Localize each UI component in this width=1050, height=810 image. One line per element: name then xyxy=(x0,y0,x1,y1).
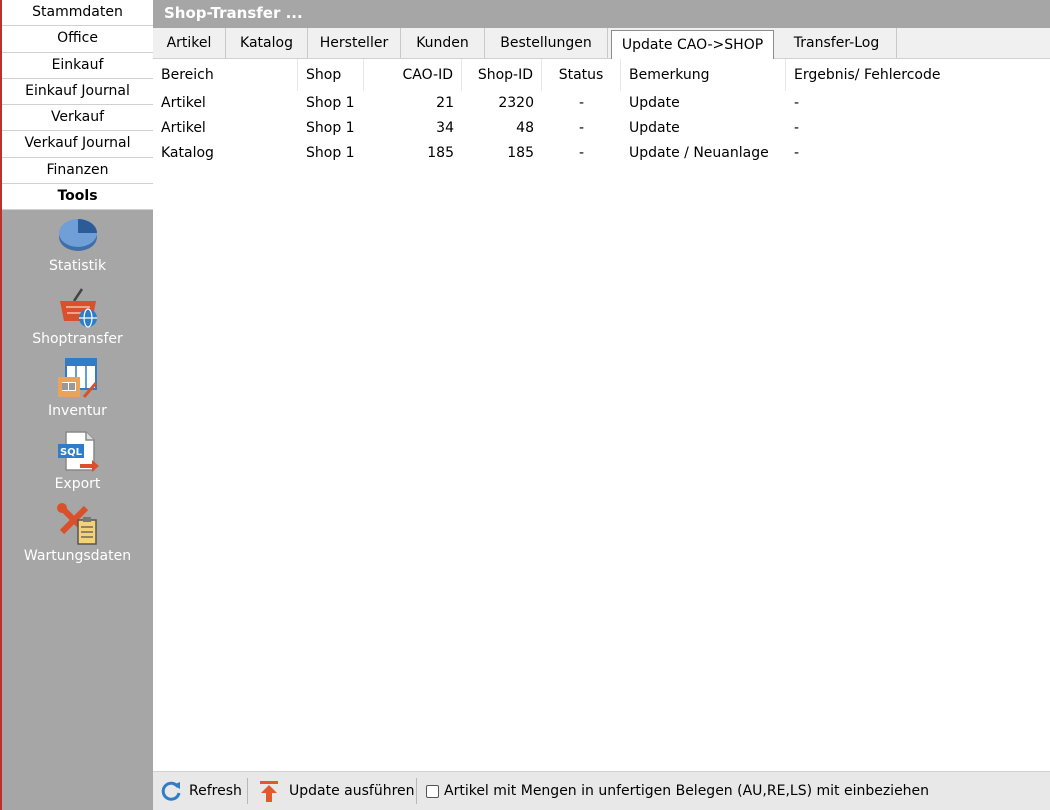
cell-bemerkung: Update / Neuanlage xyxy=(629,145,769,161)
cell-shop-id: 48 xyxy=(516,120,534,136)
sidebar-item-verkauf-journal[interactable]: Verkauf Journal xyxy=(2,131,153,158)
tool-label-shoptransfer: Shoptransfer xyxy=(32,331,123,347)
inventory-barcode-icon xyxy=(57,358,97,398)
sidebar-item-einkauf[interactable]: Einkauf xyxy=(2,52,153,79)
cell-shop: Shop 1 xyxy=(306,145,355,161)
pie-chart-icon xyxy=(58,219,97,251)
column-header-status[interactable]: Status xyxy=(542,59,621,91)
tab-update-cao-shop[interactable]: Update CAO->SHOP xyxy=(611,30,774,59)
toolbar-divider xyxy=(247,778,248,804)
tab-bestellungen[interactable]: Bestellungen xyxy=(485,28,608,58)
tool-shoptransfer[interactable]: Shoptransfer xyxy=(2,285,153,347)
title-bar: Shop-Transfer ... xyxy=(153,0,1050,28)
einbeziehen-checkbox-row[interactable]: Artikel mit Mengen in unfertigen Belegen… xyxy=(426,772,929,810)
cell-bereich: Artikel xyxy=(161,120,206,136)
main-panel: Shop-Transfer ... Artikel Katalog Herste… xyxy=(153,0,1050,810)
cell-status: - xyxy=(578,120,585,136)
update-ausfuehren-label: Update ausführen xyxy=(289,783,415,799)
tab-artikel[interactable]: Artikel xyxy=(153,28,226,58)
cell-bereich: Artikel xyxy=(161,95,206,111)
cell-ergebnis: - xyxy=(794,145,800,161)
toolbar-divider xyxy=(416,778,417,804)
sidebar-item-tools[interactable]: Tools xyxy=(2,184,153,211)
column-header-cao-id[interactable]: CAO-ID xyxy=(364,59,462,91)
table-row[interactable]: Artikel Shop 1 21 2320 - Update - xyxy=(153,91,1050,116)
tab-katalog[interactable]: Katalog xyxy=(226,28,308,58)
cell-shop: Shop 1 xyxy=(306,95,355,111)
refresh-label: Refresh xyxy=(189,783,242,799)
column-header-shop-id[interactable]: Shop-ID xyxy=(462,59,542,91)
einbeziehen-checkbox-label: Artikel mit Mengen in unfertigen Belegen… xyxy=(444,783,930,799)
tab-transfer-log[interactable]: Transfer-Log xyxy=(777,28,897,58)
sql-export-icon: SQL xyxy=(57,431,99,472)
tool-wartungsdaten[interactable]: Wartungsdaten xyxy=(2,502,153,564)
cell-bemerkung: Update xyxy=(629,95,680,111)
column-header-bereich[interactable]: Bereich xyxy=(153,59,298,91)
cell-bereich: Katalog xyxy=(161,145,214,161)
tool-statistik[interactable]: Statistik xyxy=(2,212,153,274)
cell-cao-id: 185 xyxy=(427,145,454,161)
refresh-icon xyxy=(161,781,181,801)
update-grid[interactable]: Bereich Shop CAO-ID Shop-ID Status Bemer… xyxy=(153,59,1050,771)
cell-bemerkung: Update xyxy=(629,120,680,136)
sidebar-item-finanzen[interactable]: Finanzen xyxy=(2,157,153,185)
einbeziehen-checkbox[interactable] xyxy=(426,784,439,798)
column-header-bemerkung[interactable]: Bemerkung xyxy=(621,59,786,91)
tab-kunden[interactable]: Kunden xyxy=(401,28,485,58)
cell-shop-id: 2320 xyxy=(498,95,534,111)
arrow-up-icon xyxy=(260,781,278,802)
window-title: Shop-Transfer ... xyxy=(164,4,303,22)
tool-label-statistik: Statistik xyxy=(48,258,107,274)
cell-cao-id: 21 xyxy=(436,95,454,111)
sidebar-item-verkauf[interactable]: Verkauf xyxy=(2,105,153,132)
shopping-basket-globe-icon xyxy=(59,288,97,328)
sidebar-item-office[interactable]: Office xyxy=(2,26,153,53)
tools-clipboard-icon xyxy=(56,503,97,545)
table-row[interactable]: Katalog Shop 1 185 185 - Update / Neuanl… xyxy=(153,141,1050,166)
svg-text:SQL: SQL xyxy=(59,447,82,458)
tool-label-inventur: Inventur xyxy=(48,403,107,419)
column-header-ergebnis[interactable]: Ergebnis/ Fehlercode xyxy=(786,59,1050,91)
sidebar: Stammdaten Office Einkauf Einkauf Journa… xyxy=(0,0,153,810)
bottom-toolbar: Refresh Update ausführen Artikel mit Men… xyxy=(153,771,1050,810)
cell-status: - xyxy=(578,145,585,161)
column-header-shop[interactable]: Shop xyxy=(298,59,364,91)
cell-ergebnis: - xyxy=(794,95,800,111)
sidebar-item-einkauf-journal[interactable]: Einkauf Journal xyxy=(2,78,153,106)
cell-shop: Shop 1 xyxy=(306,120,355,136)
refresh-button[interactable]: Refresh xyxy=(159,772,242,810)
tool-inventur[interactable]: Inventur xyxy=(2,357,153,419)
tool-label-wartungsdaten: Wartungsdaten xyxy=(23,548,132,564)
grid-header: Bereich Shop CAO-ID Shop-ID Status Bemer… xyxy=(153,59,1050,91)
update-ausfuehren-button[interactable]: Update ausführen xyxy=(257,772,415,810)
cell-ergebnis: - xyxy=(794,120,800,136)
cell-shop-id: 185 xyxy=(507,145,534,161)
cell-cao-id: 34 xyxy=(436,120,454,136)
tab-hersteller[interactable]: Hersteller xyxy=(308,28,401,58)
table-row[interactable]: Artikel Shop 1 34 48 - Update - xyxy=(153,116,1050,141)
sidebar-item-stammdaten[interactable]: Stammdaten xyxy=(2,0,153,27)
tool-label-export: Export xyxy=(54,476,101,492)
sidebar-nav: Stammdaten Office Einkauf Einkauf Journa… xyxy=(2,0,153,211)
cell-status: - xyxy=(578,95,585,111)
tab-strip: Artikel Katalog Hersteller Kunden Bestel… xyxy=(153,28,1050,59)
tool-export[interactable]: SQL Export xyxy=(2,430,153,492)
